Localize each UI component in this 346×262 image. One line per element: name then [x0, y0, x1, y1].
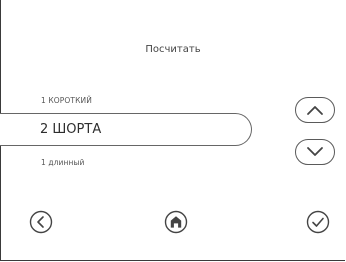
scroll-up-button[interactable]	[295, 97, 335, 123]
checkmark-icon	[306, 210, 330, 234]
chevron-up-icon	[307, 106, 323, 115]
home-icon	[164, 210, 188, 234]
home-button[interactable]	[164, 210, 188, 234]
selected-option-label: 2 ШОРТА	[40, 122, 102, 137]
page-title: Посчитать	[145, 44, 201, 55]
back-arrow-icon	[29, 210, 53, 234]
chevron-down-icon	[307, 147, 323, 156]
confirm-button[interactable]	[306, 210, 330, 234]
counter-screen: Посчитать 1 КОРОТКИЙ 2 ШОРТА 1 длинный	[0, 0, 345, 261]
next-option[interactable]: 1 длинный	[41, 158, 85, 167]
previous-option[interactable]: 1 КОРОТКИЙ	[41, 96, 92, 105]
scroll-down-button[interactable]	[295, 139, 335, 165]
back-button[interactable]	[29, 210, 53, 234]
selected-option-row[interactable]: 2 ШОРТА	[0, 113, 252, 146]
